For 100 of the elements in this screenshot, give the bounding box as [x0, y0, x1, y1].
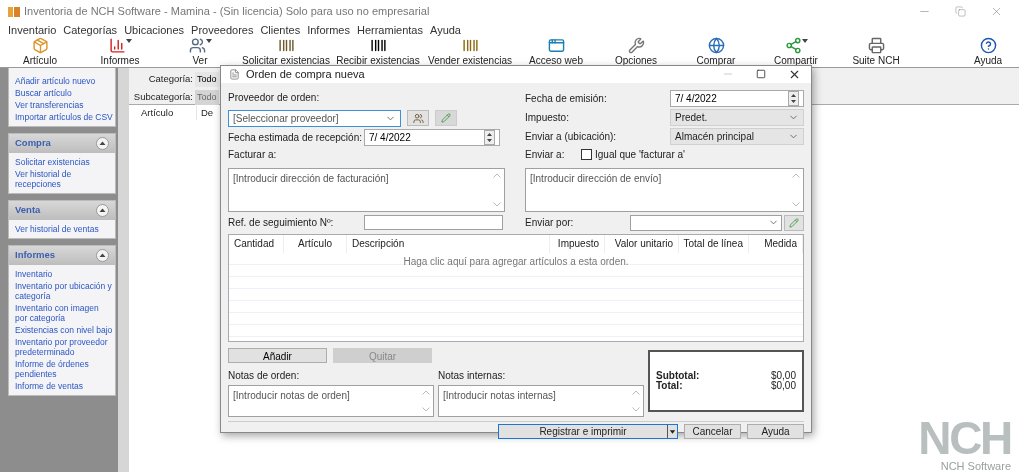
billing-address-field[interactable]: [Introducir dirección de facturación] — [228, 167, 505, 212]
dialog-button[interactable]: Cancelar — [684, 423, 741, 439]
scroll-down-icon[interactable] — [792, 201, 800, 207]
field-label: Facturar a: — [228, 147, 278, 161]
scroll-down-icon[interactable] — [632, 406, 640, 412]
spinner-icon[interactable] — [788, 90, 799, 106]
toolbar-button[interactable]: Recibir existencias — [332, 37, 424, 67]
nch-logo: NCH NCH Software — [918, 417, 1011, 473]
dialog-button[interactable]: Registrar e imprimir — [498, 423, 678, 439]
column-header[interactable]: Valor unitario — [605, 234, 679, 253]
column-header[interactable]: Medida — [749, 234, 803, 253]
sidebar-link[interactable]: Importar artículos de CSV — [15, 112, 113, 122]
menu-item[interactable]: Clientes — [260, 21, 301, 39]
column-header[interactable]: Impuesto — [550, 234, 605, 253]
column-header[interactable]: Descripción — [347, 234, 550, 253]
sidebar-link[interactable]: Existencias con nivel bajo — [15, 325, 113, 335]
sidebar-link[interactable]: Buscar artículo — [15, 88, 113, 98]
panel-header[interactable]: Venta — [9, 201, 115, 220]
scroll-up-icon[interactable] — [632, 389, 640, 395]
collapse-icon[interactable] — [96, 249, 109, 262]
menu-item[interactable]: Ubicaciones — [124, 21, 185, 39]
dropdown-arrow-icon — [125, 39, 132, 43]
window-title: Inventoria de NCH Software - Mamina - (Sin licencia) Solo para uso no empresarial — [24, 4, 430, 20]
collapse-icon[interactable] — [96, 204, 109, 217]
edit-button[interactable] — [435, 110, 457, 126]
filter-label: Categoría: — [147, 72, 193, 87]
checkbox[interactable] — [581, 148, 592, 160]
dropdown-arrow-icon — [205, 39, 212, 43]
empty-table-hint[interactable]: Haga clic aquí para agregar artículos a esta orden. — [229, 253, 803, 269]
ship-via-combo[interactable] — [630, 214, 782, 231]
order-notes-field[interactable]: [Introducir notas de orden] — [228, 384, 434, 417]
menu-item[interactable]: Informes — [307, 21, 350, 39]
menu-item[interactable]: Inventario — [8, 21, 57, 39]
sidebar-link[interactable]: Ver historial de ventas — [15, 224, 113, 234]
toolbar-button[interactable]: Suite NCH — [836, 37, 916, 67]
order-lines-table[interactable]: Cantidad Artículo Descripción Impuesto Valor unitario Total de línea Medida Haga clic aquí para agregar artículos a esta orden. — [228, 233, 804, 342]
barcode-icon — [277, 37, 295, 54]
total-value: $0,00 — [770, 370, 796, 381]
share-icon — [784, 37, 802, 54]
date-field[interactable]: 7/ 4/2022 — [364, 128, 500, 146]
toolbar-button[interactable]: Ver — [160, 37, 240, 67]
toolbar-button[interactable]: Comprar — [676, 37, 756, 67]
tax-select[interactable]: Predet. — [670, 108, 804, 126]
sidebar-link[interactable]: Añadir artículo nuevo — [15, 76, 113, 86]
sidebar-link[interactable]: Inventario por proveedor predeterminado — [15, 337, 113, 357]
sidebar-link[interactable]: Inventario — [15, 269, 113, 279]
scrollbar[interactable] — [118, 68, 129, 472]
edit-button[interactable] — [784, 214, 804, 231]
internal-notes-field[interactable]: [Introducir notas internas] — [438, 384, 644, 417]
scroll-up-icon[interactable] — [493, 172, 501, 178]
sidebar-link[interactable]: Ver transferencias — [15, 100, 113, 110]
toolbar-button[interactable]: Solicitar existencias — [240, 37, 332, 67]
line-button[interactable]: Añadir — [228, 347, 327, 363]
field-label: Fecha estimada de recepción: — [228, 130, 363, 145]
dialog-title: Orden de compra nueva — [246, 67, 365, 82]
supplier-button[interactable] — [407, 110, 429, 126]
sidebar-link[interactable]: Informe de órdenes pendientes — [15, 359, 113, 379]
people-icon — [412, 112, 424, 124]
toolbar-button[interactable]: Acceso web — [516, 37, 596, 67]
document-icon — [229, 68, 240, 80]
filter-label: Subcategoría: — [133, 90, 193, 105]
sidebar-link[interactable]: Ver historial de recepciones — [15, 169, 113, 189]
sidebar-link[interactable]: Solicitar existencias — [15, 157, 113, 167]
menu-item[interactable]: Categorías — [63, 21, 118, 39]
menu-item[interactable]: Herramientas — [356, 21, 423, 39]
tracking-field[interactable] — [364, 215, 503, 230]
toolbar-button[interactable]: Informes — [80, 37, 160, 67]
panel-header[interactable]: Informes — [9, 246, 115, 265]
column-header[interactable]: Cantidad — [229, 234, 284, 253]
scroll-down-icon[interactable] — [422, 406, 430, 412]
restore-icon[interactable] — [955, 6, 966, 17]
column-header[interactable]: Total de línea — [679, 234, 749, 253]
scroll-down-icon[interactable] — [493, 201, 501, 207]
printer-icon — [867, 37, 885, 54]
column-header[interactable]: Artículo — [284, 234, 347, 253]
menu-item[interactable]: Proveedores — [191, 21, 254, 39]
toolbar-button[interactable]: Ayuda — [957, 37, 1019, 67]
sidebar-link[interactable]: Inventario por ubicación y categoría — [15, 281, 113, 301]
shipping-address-field[interactable]: [Introducir dirección de envío] — [525, 167, 804, 212]
toolbar-button[interactable]: Vender existencias — [424, 37, 516, 67]
maximize-icon[interactable] — [756, 69, 766, 80]
dropdown-arrow-icon[interactable] — [667, 424, 677, 438]
panel-header[interactable]: Compra — [9, 134, 115, 153]
collapse-icon[interactable] — [96, 137, 109, 150]
total-value: $0,00 — [770, 380, 796, 391]
toolbar-button[interactable]: Artículo — [0, 37, 80, 67]
supplier-combo[interactable]: [Seleccionar proveedor] — [228, 109, 401, 127]
date-field[interactable]: 7/ 4/2022 — [670, 89, 804, 107]
scroll-up-icon[interactable] — [792, 172, 800, 178]
menu-item[interactable]: Ayuda — [430, 21, 461, 39]
location-select[interactable]: Almacén principal — [670, 127, 804, 145]
spinner-icon[interactable] — [484, 129, 495, 145]
scroll-up-icon[interactable] — [422, 389, 430, 395]
toolbar-button[interactable]: Opciones — [596, 37, 676, 67]
toolbar-button[interactable]: Compartir — [756, 37, 836, 67]
filter-select[interactable]: Todo — [195, 72, 219, 87]
column-header[interactable]: Artículo — [129, 105, 197, 121]
sidebar-link[interactable]: Inventario con imagen por categoría — [15, 303, 113, 323]
dialog-button[interactable]: Ayuda — [747, 423, 804, 439]
sidebar-link[interactable]: Informe de ventas — [15, 381, 113, 391]
